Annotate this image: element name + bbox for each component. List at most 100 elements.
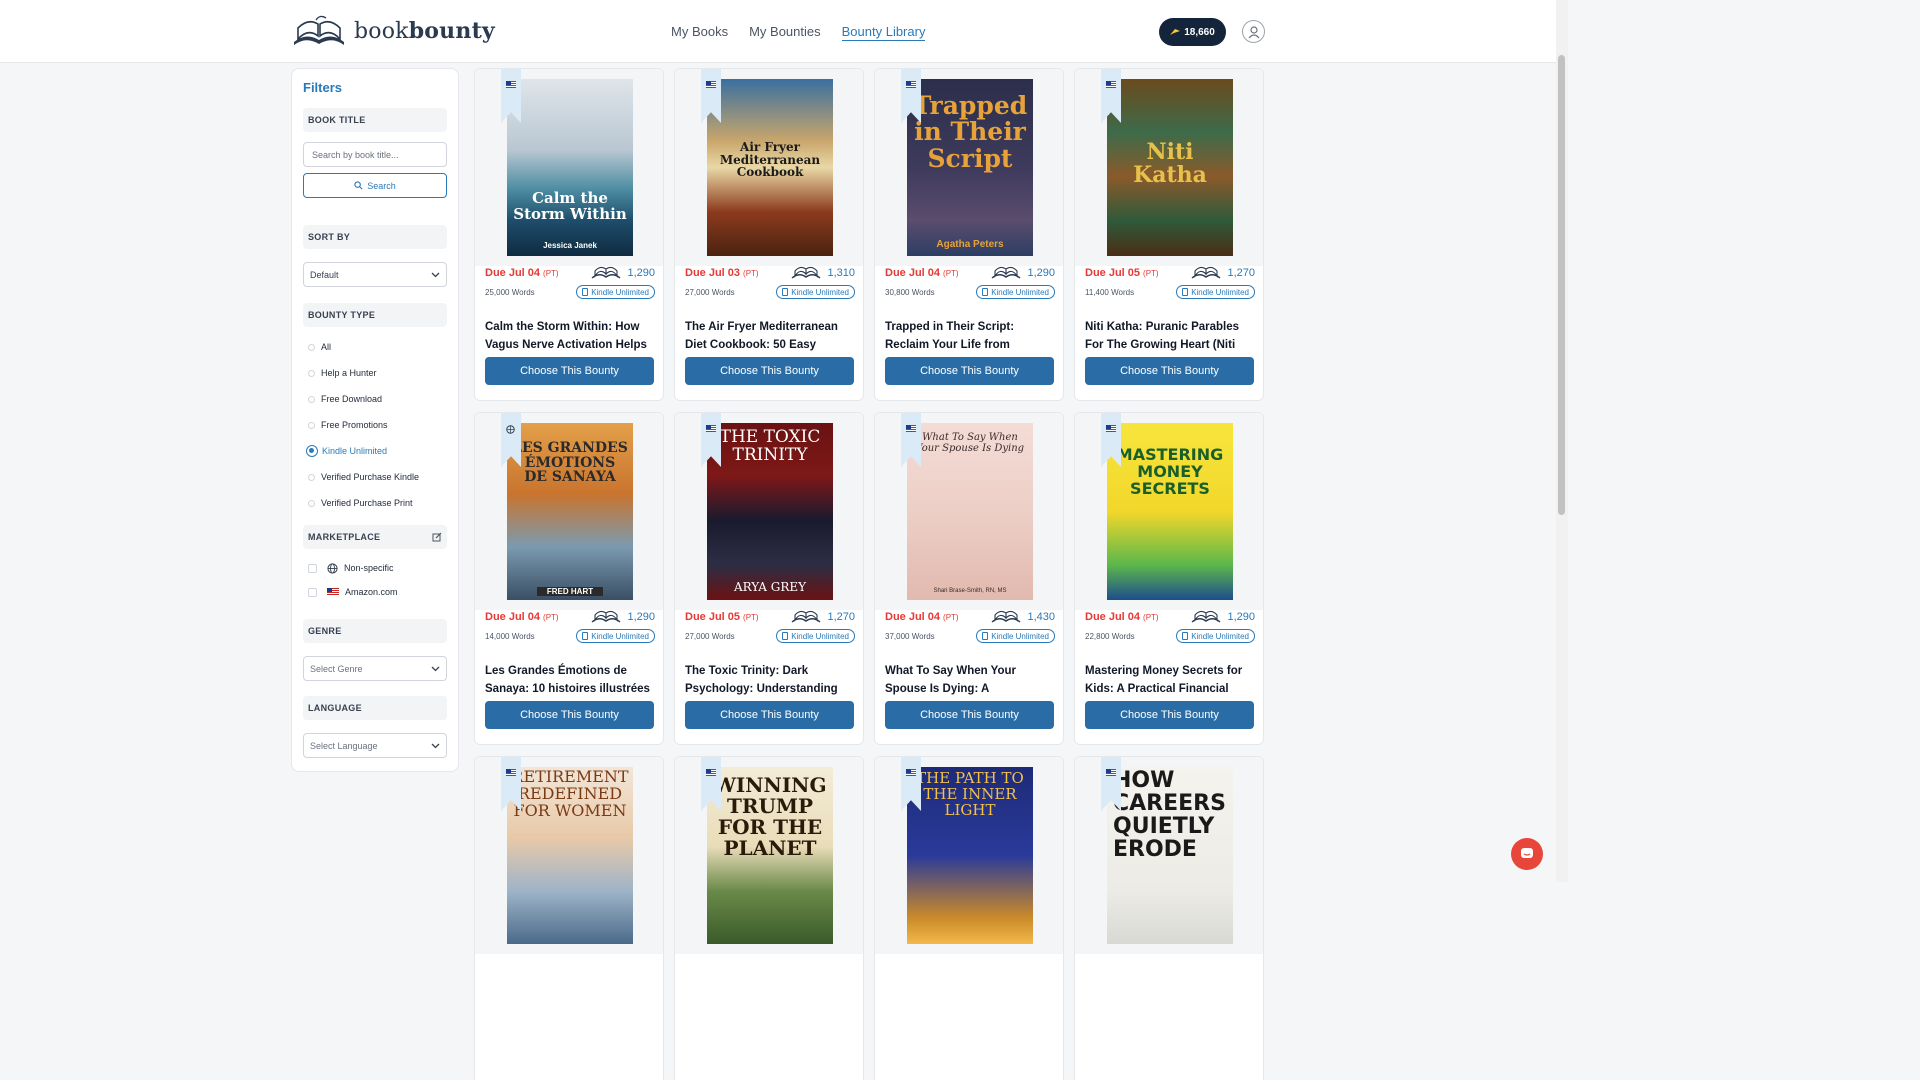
- marketplace-non-specific[interactable]: Non-specific: [303, 556, 447, 580]
- user-icon: [1248, 25, 1259, 38]
- us-flag-icon: [1106, 425, 1116, 432]
- choose-bounty-button[interactable]: Choose This Bounty: [685, 357, 854, 385]
- bounty-type-option-label: All: [321, 342, 332, 352]
- due-date: Due Jul 04 (PT): [885, 267, 959, 279]
- word-count: 37,000 Words: [885, 631, 935, 641]
- nav-my-bounties[interactable]: My Bounties: [749, 24, 821, 41]
- word-count: 25,000 Words: [485, 287, 535, 297]
- radio-button-selected[interactable]: [306, 445, 318, 457]
- radio-button[interactable]: [308, 421, 315, 429]
- book-title[interactable]: Mastering Money Secrets for Kids: A Prac…: [1085, 662, 1257, 698]
- bounty-type-all[interactable]: All: [303, 334, 447, 360]
- choose-bounty-button[interactable]: Choose This Bounty: [485, 701, 654, 729]
- cover-area: LES GRANDES ÉMOTIONS DE SANAYA FRED HART: [475, 413, 663, 610]
- radio-button[interactable]: [308, 499, 315, 507]
- points-reward: 1,270: [791, 610, 855, 624]
- points-balance[interactable]: 18,660: [1159, 18, 1226, 46]
- kindle-icon: [582, 288, 589, 296]
- book-cover[interactable]: What To Say When Your Spouse Is Dying Sh…: [907, 423, 1033, 600]
- chat-support-button[interactable]: [1511, 838, 1543, 870]
- choose-bounty-button[interactable]: Choose This Bounty: [1085, 357, 1254, 385]
- book-cover[interactable]: THE PATH TO THE INNER LIGHT: [907, 767, 1033, 944]
- book-title[interactable]: Niti Katha: Puranic Parables For The Gro…: [1085, 318, 1257, 354]
- badge-label: Kindle Unlimited: [991, 287, 1049, 297]
- language-select[interactable]: Select Language: [303, 733, 447, 758]
- choose-bounty-button[interactable]: Choose This Bounty: [685, 701, 854, 729]
- book-title[interactable]: The Toxic Trinity: Dark Psychology: Unde…: [685, 662, 857, 698]
- logo-text-light: book: [354, 19, 409, 44]
- bounty-type-free-promotions[interactable]: Free Promotions: [303, 412, 447, 438]
- due-date: Due Jul 05 (PT): [685, 611, 759, 623]
- book-cover[interactable]: RETIREMENT REDEFINED FOR WOMEN: [507, 767, 633, 944]
- kindle-unlimited-badge: Kindle Unlimited: [1176, 629, 1255, 643]
- book-title[interactable]: Trapped in Their Script: Reclaim Your Li…: [885, 318, 1057, 354]
- page-scrollbar[interactable]: [1556, 0, 1568, 882]
- bounty-type-option-label: Kindle Unlimited: [322, 446, 388, 456]
- choose-bounty-button[interactable]: Choose This Bounty: [485, 357, 654, 385]
- radio-button[interactable]: [308, 395, 315, 403]
- checkbox[interactable]: [308, 587, 317, 597]
- user-avatar[interactable]: [1242, 20, 1265, 43]
- bounty-card: THE TOXIC TRINITY ARYA GREY Due Jul 05 (P…: [674, 412, 864, 745]
- us-flag-icon: [906, 81, 916, 88]
- due-date-text: Due Jul 05: [1085, 267, 1141, 279]
- book-cover[interactable]: LES GRANDES ÉMOTIONS DE SANAYA FRED HART: [507, 423, 633, 600]
- bounty-type-verified-purchase-kindle[interactable]: Verified Purchase Kindle: [303, 464, 447, 490]
- choose-bounty-button[interactable]: Choose This Bounty: [885, 701, 1054, 729]
- choose-bounty-button[interactable]: Choose This Bounty: [1085, 701, 1254, 729]
- book-title[interactable]: The Air Fryer Mediterranean Diet Cookboo…: [685, 318, 857, 354]
- top-header: bookbounty My Books My Bounties Bounty L…: [0, 0, 1556, 63]
- cover-author-text: ARYA GREY: [733, 580, 807, 594]
- us-flag-icon: [506, 769, 516, 776]
- badge-label: Kindle Unlimited: [1191, 631, 1249, 641]
- scrollbar-thumb[interactable]: [1558, 55, 1565, 515]
- logo[interactable]: bookbounty: [290, 14, 495, 48]
- marketplace-amazon-com[interactable]: Amazon.com: [303, 580, 447, 604]
- word-count: 11,400 Words: [1085, 287, 1135, 297]
- book-cover[interactable]: MASTERING MONEY SECRETS: [1107, 423, 1233, 600]
- card-meta-words: 37,000 Words Kindle Unlimited: [885, 629, 1055, 643]
- bounty-card: MASTERING MONEY SECRETS Due Jul 04 (PT) 1…: [1074, 412, 1264, 745]
- sort-by-select[interactable]: Default: [303, 262, 447, 287]
- main-nav: My Books My Bounties Bounty Library: [671, 24, 926, 41]
- cover-author-text: Agatha Peters: [936, 239, 1004, 250]
- timezone: (PT): [743, 269, 759, 278]
- genre-select[interactable]: Select Genre: [303, 656, 447, 681]
- choose-bounty-button[interactable]: Choose This Bounty: [885, 357, 1054, 385]
- bounty-type-kindle-unlimited[interactable]: Kindle Unlimited: [303, 438, 447, 464]
- book-title[interactable]: What To Say When Your Spouse Is Dying: A…: [885, 662, 1057, 698]
- book-cover[interactable]: Trapped in Their Script Agatha Peters: [907, 79, 1033, 256]
- book-cover[interactable]: Air Fryer Mediterranean Cookbook: [707, 79, 833, 256]
- points-reward: 1,430: [991, 610, 1055, 624]
- search-button[interactable]: Search: [303, 173, 447, 198]
- bounty-type-free-download[interactable]: Free Download: [303, 386, 447, 412]
- nav-bounty-library[interactable]: Bounty Library: [841, 24, 926, 41]
- bounty-type-option-label: Free Promotions: [321, 420, 388, 430]
- radio-button[interactable]: [308, 473, 315, 481]
- card-meta-words: 27,000 Words Kindle Unlimited: [685, 285, 855, 299]
- due-date-text: Due Jul 04: [485, 267, 541, 279]
- radio-button[interactable]: [308, 369, 315, 377]
- book-title[interactable]: Les Grandes Émotions de Sanaya: 10 histo…: [485, 662, 657, 698]
- search-button-label: Search: [367, 180, 396, 191]
- nav-my-books[interactable]: My Books: [671, 24, 728, 41]
- radio-button[interactable]: [308, 343, 315, 351]
- kindle-icon: [1182, 632, 1189, 640]
- marketplace-option-label: Non-specific: [344, 563, 394, 573]
- bounty-type-help-a-hunter[interactable]: Help a Hunter: [303, 360, 447, 386]
- edit-icon[interactable]: [432, 532, 442, 542]
- bounty-card: Trapped in Their Script Agatha Peters Du…: [874, 68, 1064, 401]
- book-cover[interactable]: Niti Katha: [1107, 79, 1233, 256]
- book-cover[interactable]: WINNING TRUMP FOR THE PLANET: [707, 767, 833, 944]
- checkbox[interactable]: [308, 563, 317, 573]
- book-cover[interactable]: Calm the Storm Within Jessica Janek: [507, 79, 633, 256]
- filters-title: Filters: [303, 80, 343, 95]
- book-title-search-input[interactable]: Search by book title...: [303, 142, 447, 167]
- kindle-unlimited-badge: Kindle Unlimited: [576, 285, 655, 299]
- language-placeholder: Select Language: [310, 740, 378, 751]
- card-meta-words: 30,800 Words Kindle Unlimited: [885, 285, 1055, 299]
- book-cover[interactable]: THE TOXIC TRINITY ARYA GREY: [707, 423, 833, 600]
- book-title[interactable]: Calm the Storm Within: How Vagus Nerve A…: [485, 318, 657, 354]
- book-cover[interactable]: HOW CAREERS QUIETLY ERODE: [1107, 767, 1233, 944]
- bounty-type-verified-purchase-print[interactable]: Verified Purchase Print: [303, 490, 447, 516]
